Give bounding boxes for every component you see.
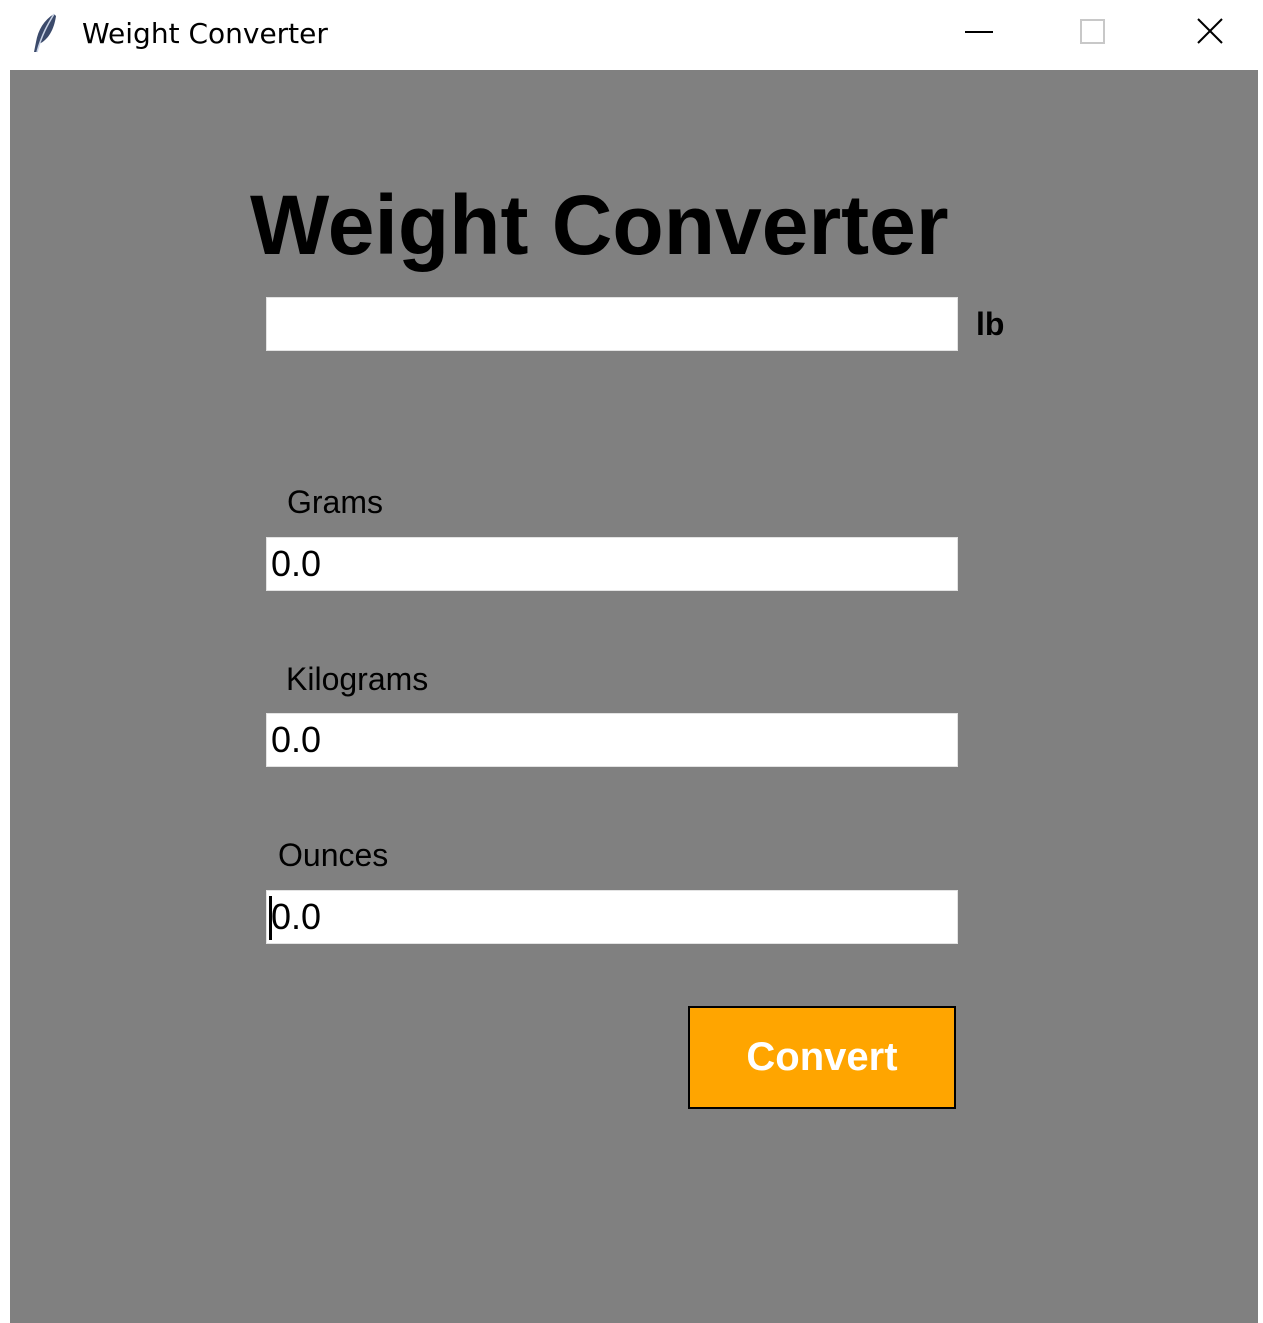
kilograms-label: Kilograms bbox=[286, 661, 429, 697]
convert-button[interactable]: Convert bbox=[688, 1006, 956, 1109]
window-title: Weight Converter bbox=[82, 17, 328, 50]
close-icon bbox=[1197, 18, 1223, 44]
page-title: Weight Converter bbox=[250, 178, 949, 272]
pounds-input[interactable] bbox=[266, 297, 958, 351]
ounces-field[interactable] bbox=[266, 890, 958, 944]
app-content: Weight Converter lb Grams Kilograms Ounc… bbox=[10, 70, 1258, 1323]
ounces-label: Ounces bbox=[278, 837, 389, 873]
minimize-button[interactable] bbox=[922, 0, 1032, 64]
close-button[interactable] bbox=[1153, 0, 1263, 64]
grams-field[interactable] bbox=[266, 537, 958, 591]
maximize-button[interactable] bbox=[1036, 0, 1146, 64]
app-window: Weight Converter Weight Converter lb Gra… bbox=[0, 0, 1263, 1323]
feather-icon bbox=[30, 12, 60, 54]
text-cursor bbox=[269, 896, 272, 940]
grams-label: Grams bbox=[287, 484, 383, 520]
minimize-icon bbox=[965, 31, 993, 33]
kilograms-field[interactable] bbox=[266, 713, 958, 767]
title-bar: Weight Converter bbox=[0, 0, 1263, 70]
unit-label: lb bbox=[976, 306, 1005, 342]
maximize-icon bbox=[1080, 19, 1105, 44]
